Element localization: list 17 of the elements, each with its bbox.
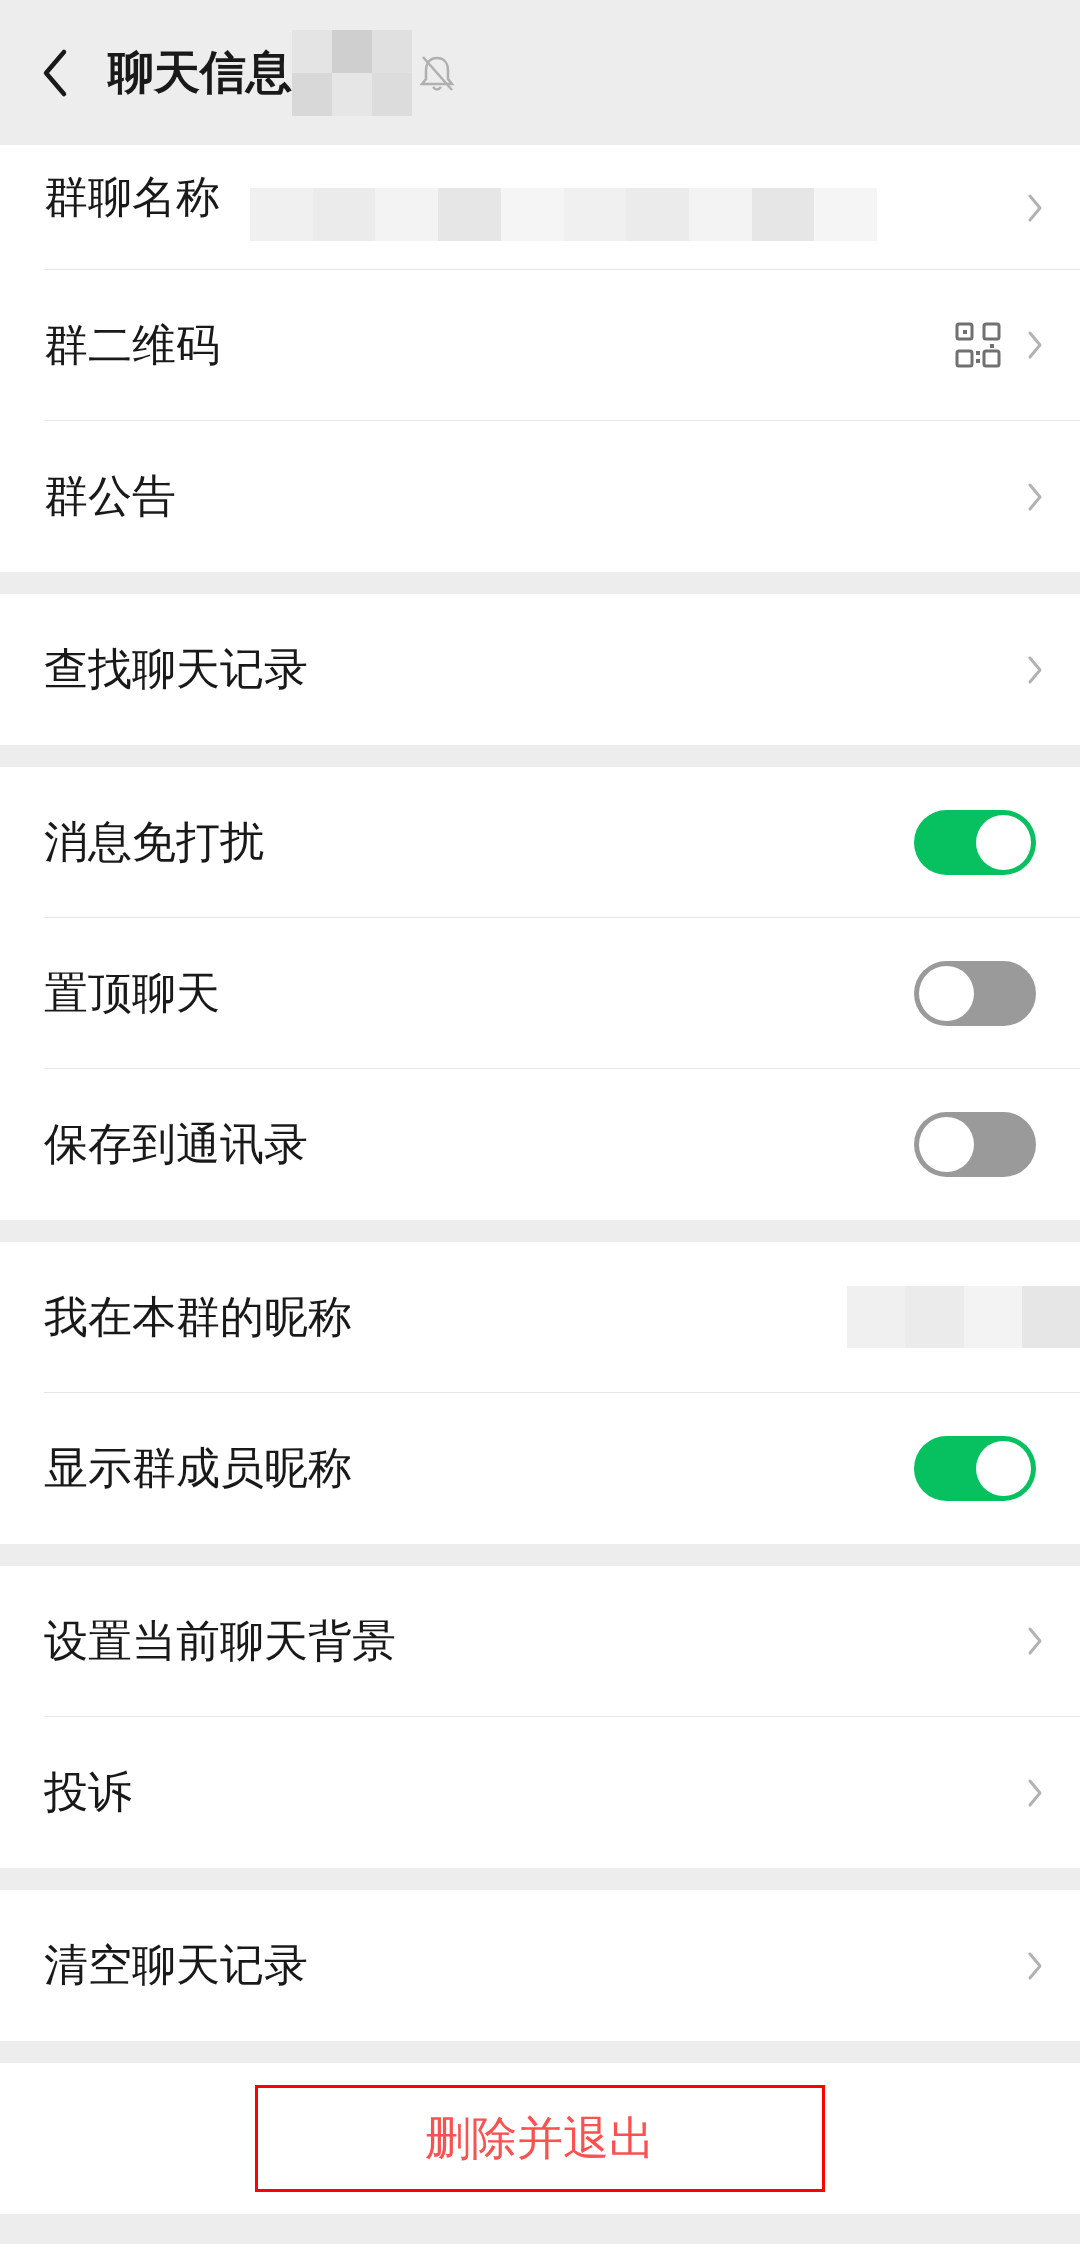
row-label: 显示群成员昵称 [44,1441,352,1495]
screen-title: 聊天信息 [108,43,292,101]
row-label: 清空聊天记录 [44,1938,308,1992]
row-label: 保存到通讯录 [44,1117,308,1171]
row-label: 查找聊天记录 [44,642,308,696]
delete-and-exit-button[interactable]: 删除并退出 [255,2085,825,2192]
row-label: 群公告 [44,469,176,523]
row-label: 设置当前聊天背景 [44,1613,396,1668]
chevron-icon [1026,192,1044,224]
row-label: 群聊名称 [44,170,220,224]
row-label: 我在本群的昵称 [44,1289,352,1344]
chevron-icon [1026,1625,1044,1657]
chevron-icon [1026,329,1044,361]
row-label: 置顶聊天 [44,965,220,1020]
row-label: 群二维码 [44,317,220,372]
row-label: 投诉 [44,1765,132,1819]
row-label: 消息免打扰 [44,814,264,869]
